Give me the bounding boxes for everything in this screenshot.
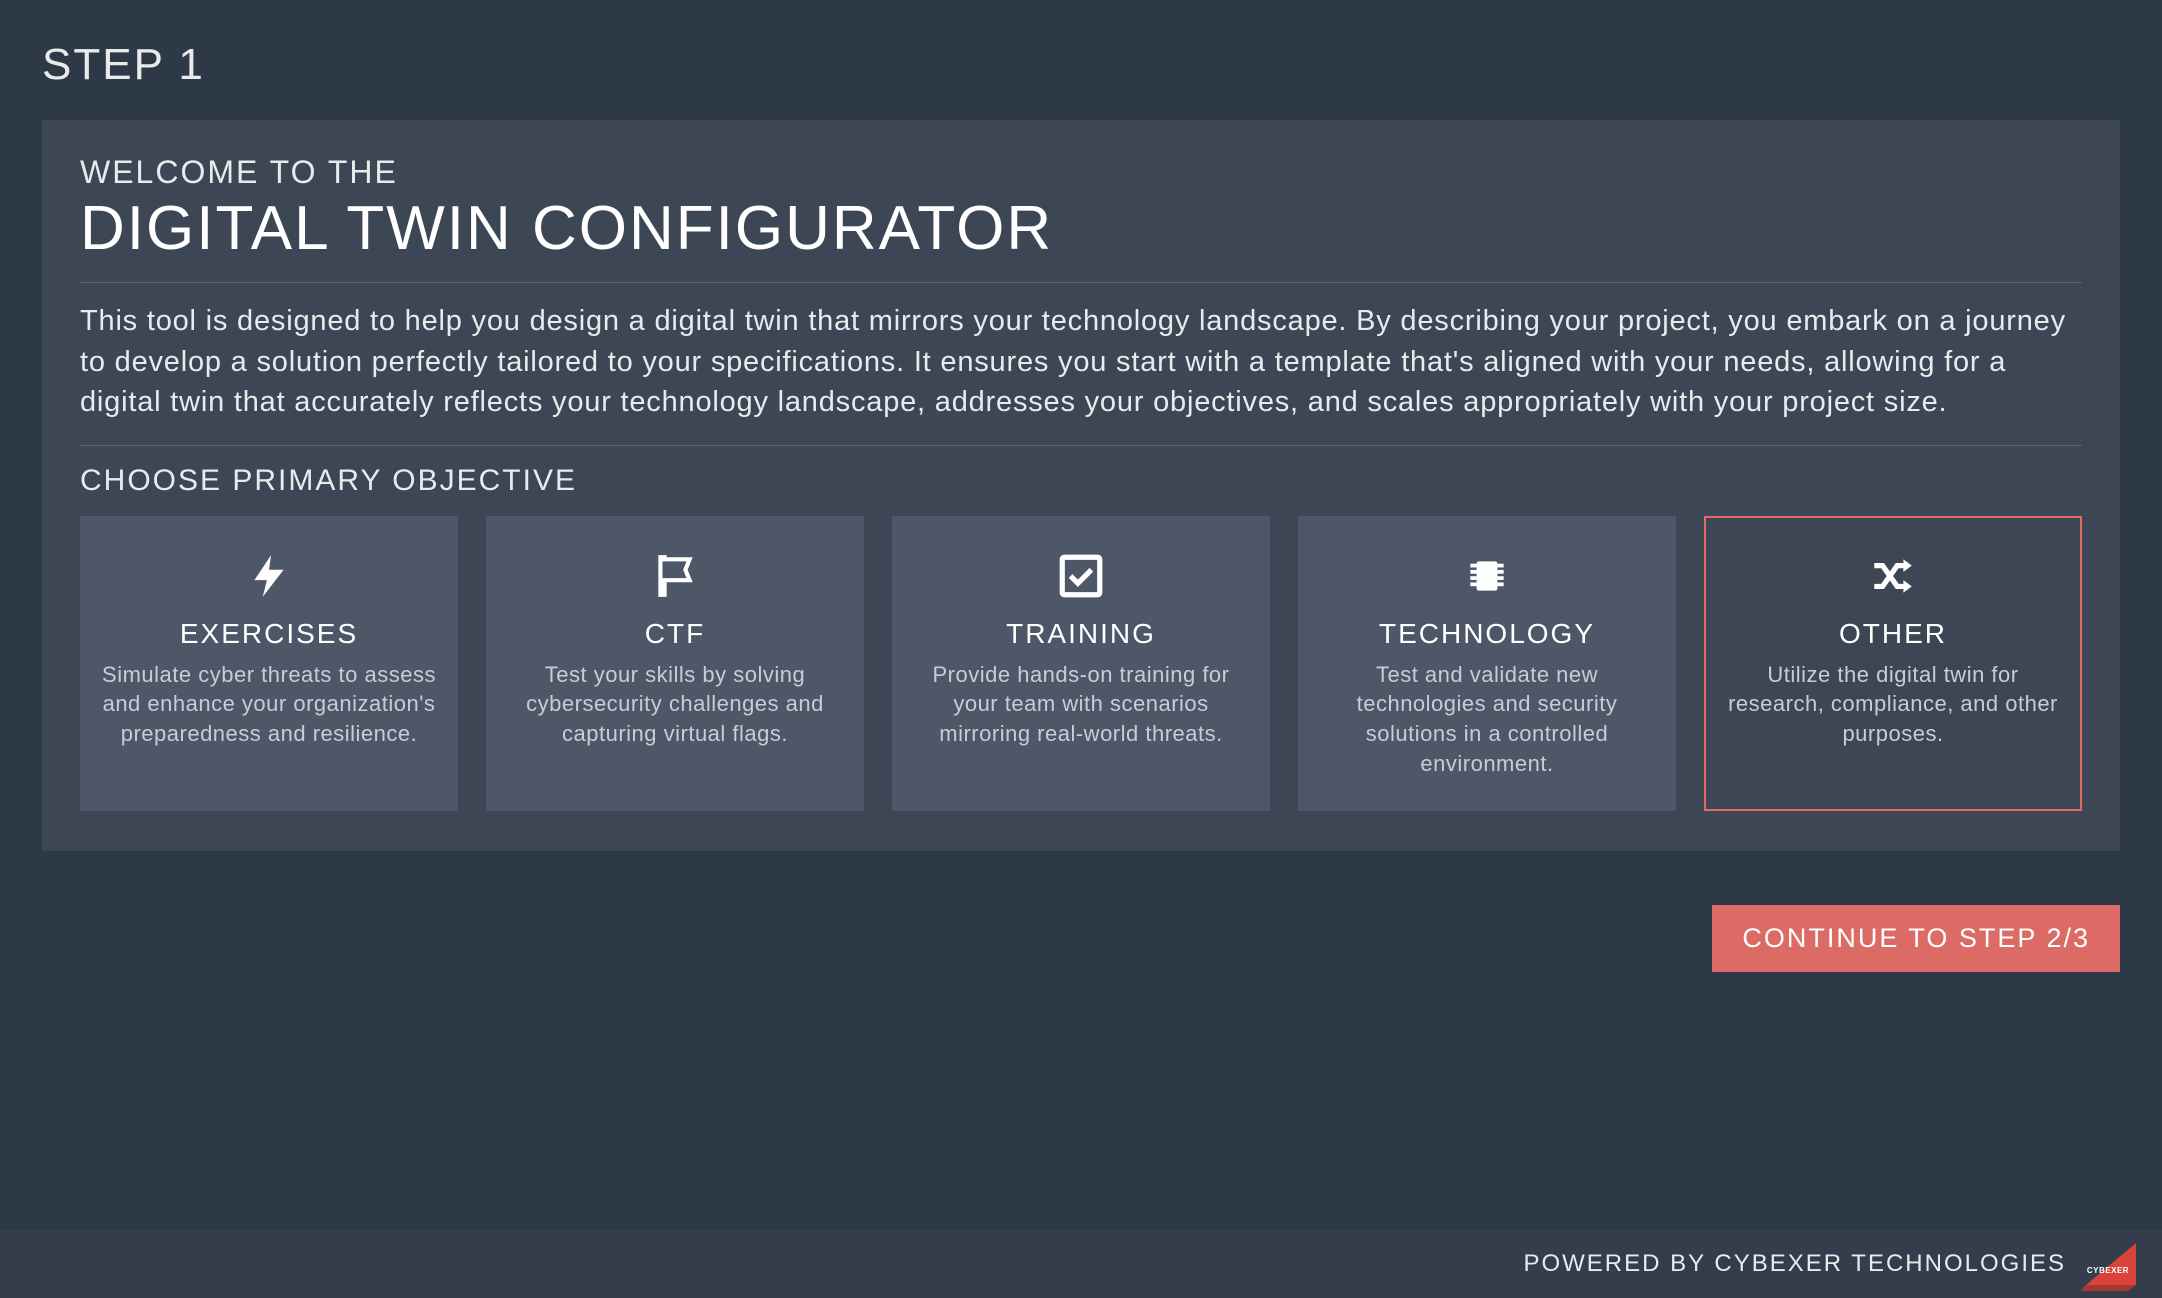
card-title: TECHNOLOGY xyxy=(1320,618,1654,650)
card-other[interactable]: OTHER Utilize the digital twin for resea… xyxy=(1704,516,2082,811)
card-desc: Test and validate new technologies and s… xyxy=(1320,660,1654,779)
card-title: TRAINING xyxy=(914,618,1248,650)
divider xyxy=(80,282,2082,283)
card-title: CTF xyxy=(508,618,842,650)
card-exercises[interactable]: EXERCISES Simulate cyber threats to asse… xyxy=(80,516,458,811)
card-training[interactable]: TRAINING Provide hands-on training for y… xyxy=(892,516,1270,811)
checkbox-icon xyxy=(914,546,1248,606)
card-desc: Utilize the digital twin for research, c… xyxy=(1726,660,2060,749)
welcome-line: WELCOME TO THE xyxy=(80,154,2082,191)
chip-icon xyxy=(1320,546,1654,606)
card-technology[interactable]: TECHNOLOGY Test and validate new technol… xyxy=(1298,516,1676,811)
bolt-icon xyxy=(102,546,436,606)
svg-text:CYBEXER: CYBEXER xyxy=(2087,1266,2129,1275)
section-label: CHOOSE PRIMARY OBJECTIVE xyxy=(80,464,2082,498)
page-title: DIGITAL TWIN CONFIGURATOR xyxy=(80,193,2082,264)
step-label: STEP 1 xyxy=(42,40,2120,90)
card-title: EXERCISES xyxy=(102,618,436,650)
objective-cards: EXERCISES Simulate cyber threats to asse… xyxy=(80,516,2082,811)
main-panel: WELCOME TO THE DIGITAL TWIN CONFIGURATOR… xyxy=(42,120,2120,851)
card-ctf[interactable]: CTF Test your skills by solving cybersec… xyxy=(486,516,864,811)
cybexer-logo: CYBEXER xyxy=(2080,1237,2142,1291)
shuffle-icon xyxy=(1726,546,2060,606)
continue-button[interactable]: CONTINUE TO STEP 2/3 xyxy=(1712,905,2120,972)
card-desc: Simulate cyber threats to assess and enh… xyxy=(102,660,436,749)
divider xyxy=(80,445,2082,446)
card-desc: Test your skills by solving cybersecurit… xyxy=(508,660,842,749)
card-title: OTHER xyxy=(1726,618,2060,650)
card-desc: Provide hands-on training for your team … xyxy=(914,660,1248,749)
footer: POWERED BY CYBEXER TECHNOLOGIES CYBEXER xyxy=(0,1230,2162,1298)
footer-text: POWERED BY CYBEXER TECHNOLOGIES xyxy=(1523,1250,2066,1278)
description-text: This tool is designed to help you design… xyxy=(80,301,2082,423)
flag-icon xyxy=(508,546,842,606)
